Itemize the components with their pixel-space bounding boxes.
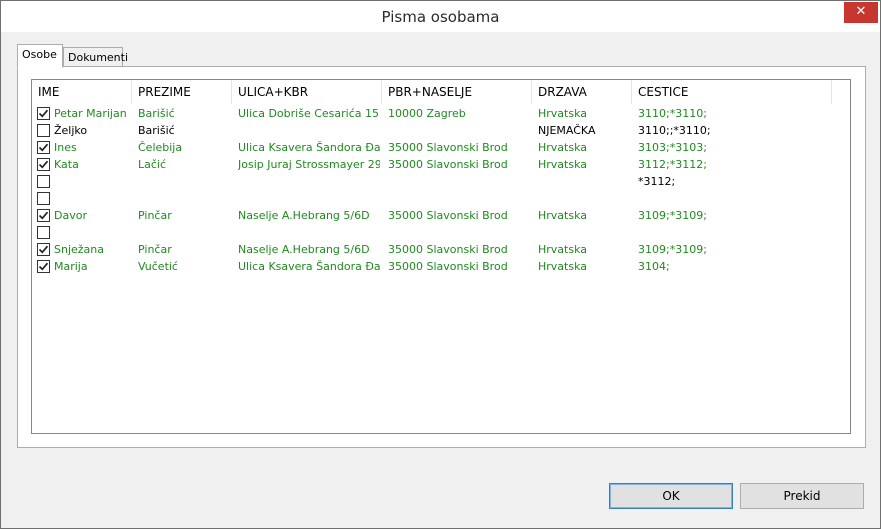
column-header-cestice[interactable]: CESTICE (632, 80, 832, 104)
title-bar: Pisma osobama ✕ (1, 1, 880, 32)
cell-ulica-kbr: Josip Juraj Strossmayer 29 (238, 158, 380, 171)
list-item[interactable] (32, 191, 850, 208)
cell-pbr-naselje: 35000 Slavonski Brod (388, 141, 508, 154)
list-item[interactable]: Petar Marijan Barišić Ulica Dobriše Cesari… (32, 106, 850, 123)
row-checkbox[interactable] (37, 260, 50, 273)
cell-drzava: Hrvatska (538, 260, 588, 273)
cell-pbr-naselje: 10000 Zagreb (388, 107, 466, 120)
list-item[interactable]: Kata Lačić Josip Juraj Strossmayer 29 35000… (32, 157, 850, 174)
column-header-prezime[interactable]: PREZIME (132, 80, 232, 104)
cell-prezime: Čelebija (138, 141, 183, 154)
cell-prezime: Vučetić (138, 260, 178, 273)
row-checkbox[interactable] (37, 107, 50, 120)
list-item[interactable] (32, 225, 850, 242)
list-item[interactable]: Željko Barišić NJEMAČKA 3110;;*3110; (32, 123, 850, 140)
cell-prezime: Pinčar (138, 243, 172, 256)
cell-prezime: Lačić (138, 158, 167, 171)
cell-prezime: Barišić (138, 124, 175, 137)
cell-cestice: 3110;*3110; (638, 107, 707, 120)
cell-cestice: 3109;*3109; (638, 209, 707, 222)
list-item[interactable]: Marija Vučetić Ulica Ksavera Šandora Đal..… (32, 259, 850, 276)
ok-button[interactable]: OK (609, 483, 733, 509)
cell-ime: Snježana (54, 243, 105, 256)
cell-prezime: Barišić (138, 107, 175, 120)
cell-cestice: 3109;*3109; (638, 243, 707, 256)
persons-list[interactable]: IME PREZIME ULICA+KBR PBR+NASELJE DRZAVA CEST… (31, 79, 851, 434)
checkmark-icon (38, 211, 49, 220)
row-checkbox[interactable] (37, 175, 50, 188)
cell-pbr-naselje: 35000 Slavonski Brod (388, 158, 508, 171)
row-checkbox[interactable] (37, 226, 50, 239)
cell-cestice: 3110;;*3110; (638, 124, 711, 137)
cell-drzava: Hrvatska (538, 141, 588, 154)
cell-drzava: Hrvatska (538, 209, 588, 222)
cell-ulica-kbr: Ulica Dobriše Cesarića 15 (238, 107, 379, 120)
cell-ulica-kbr: Ulica Ksavera Šandora Đal... (238, 260, 380, 273)
cell-ime: Davor (54, 209, 87, 222)
checkmark-icon (38, 245, 49, 254)
cell-cestice: 3104; (638, 260, 670, 273)
cell-drzava: NJEMAČKA (538, 124, 596, 137)
cell-ulica-kbr: Ulica Ksavera Šandora Đal... (238, 141, 380, 154)
cell-ulica-kbr: Naselje A.Hebrang 5/6D (238, 209, 370, 222)
list-item[interactable]: Snježana Pinčar Naselje A.Hebrang 5/6D 3500… (32, 242, 850, 259)
column-header-ime[interactable]: IME (32, 80, 132, 104)
row-checkbox[interactable] (37, 124, 50, 137)
cell-prezime: Pinčar (138, 209, 172, 222)
list-item[interactable]: *3112; (32, 174, 850, 191)
column-header-drzava[interactable]: DRZAVA (532, 80, 632, 104)
row-checkbox[interactable] (37, 243, 50, 256)
cell-ime: Petar Marijan (54, 107, 127, 120)
cell-ime: Marija (54, 260, 88, 273)
cell-drzava: Hrvatska (538, 107, 588, 120)
cell-cestice: 3103;*3103; (638, 141, 707, 154)
column-header-pbr-naselje[interactable]: PBR+NASELJE (382, 80, 532, 104)
cell-drzava: Hrvatska (538, 158, 588, 171)
cell-cestice: *3112; (638, 175, 676, 188)
cell-drzava: Hrvatska (538, 243, 588, 256)
cell-cestice: 3112;*3112; (638, 158, 707, 171)
column-header-ulica-kbr[interactable]: ULICA+KBR (232, 80, 382, 104)
window-title: Pisma osobama (381, 8, 500, 26)
cell-ime: Ines (54, 141, 77, 154)
cancel-button[interactable]: Prekid (740, 483, 864, 509)
cell-ime: Kata (54, 158, 79, 171)
tab-osobe-label: Osobe (22, 48, 57, 61)
list-header: IME PREZIME ULICA+KBR PBR+NASELJE DRZAVA CEST… (32, 80, 850, 104)
checkmark-icon (38, 160, 49, 169)
close-icon: ✕ (855, 4, 867, 19)
tab-dokumenti-label: Dokumenti (68, 51, 129, 64)
cell-ime: Željko (54, 124, 88, 137)
tab-panel-osobe: IME PREZIME ULICA+KBR PBR+NASELJE DRZAVA CEST… (17, 66, 866, 448)
checkmark-icon (38, 143, 49, 152)
list-item[interactable]: Ines Čelebija Ulica Ksavera Šandora Đal...… (32, 140, 850, 157)
cell-pbr-naselje: 35000 Slavonski Brod (388, 243, 508, 256)
tab-osobe[interactable]: Osobe (17, 44, 63, 68)
row-checkbox[interactable] (37, 209, 50, 222)
cell-ulica-kbr: Naselje A.Hebrang 5/6D (238, 243, 370, 256)
cell-pbr-naselje: 35000 Slavonski Brod (388, 260, 508, 273)
row-checkbox[interactable] (37, 158, 50, 171)
list-item[interactable]: Davor Pinčar Naselje A.Hebrang 5/6D 35000 S… (32, 208, 850, 225)
dialog-window: Pisma osobama ✕ Osobe Dokumenti IME PREZI… (0, 0, 881, 529)
cell-pbr-naselje: 35000 Slavonski Brod (388, 209, 508, 222)
checkmark-icon (38, 262, 49, 271)
row-checkbox[interactable] (37, 192, 50, 205)
checkmark-icon (38, 109, 49, 118)
tab-dokumenti[interactable]: Dokumenti (63, 47, 128, 67)
row-checkbox[interactable] (37, 141, 50, 154)
close-button[interactable]: ✕ (844, 2, 878, 23)
